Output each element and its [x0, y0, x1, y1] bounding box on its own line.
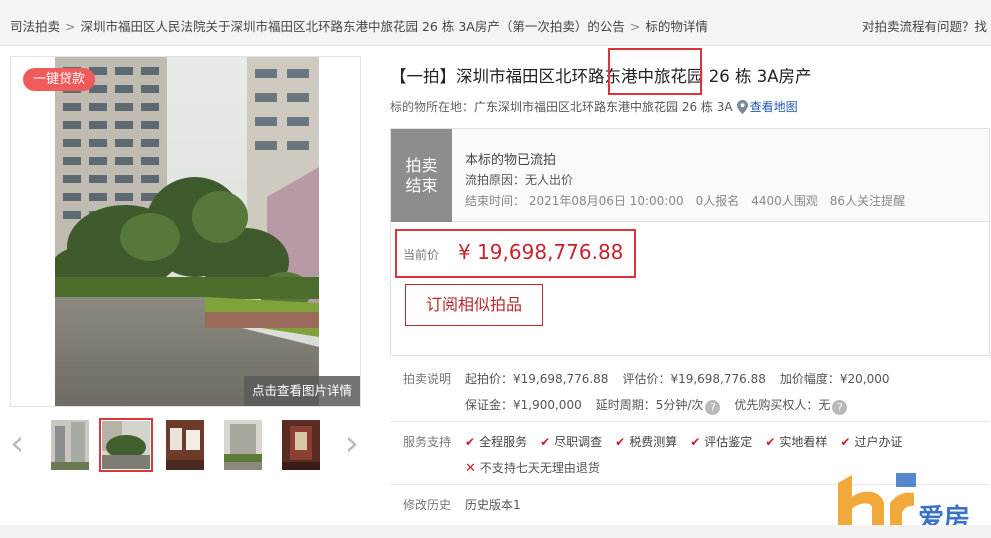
service-support-row: 服务支持 ✔ 全程服务 ✔ 尽职调查 ✔ 税费测算 ✔ 评估鉴定 ✔ 实地看样 ✔ 过户办证: [403, 433, 915, 450]
breadcrumb-bar: 司法拍卖 > 深圳市福田区人民法院关于深圳市福田区北环路东港中旅花园 26 栋 3A…: [0, 0, 991, 46]
check-icon: ✔: [615, 435, 626, 449]
thumbnail-strip: ‹ ›: [10, 418, 361, 474]
breadcrumb-separator: >: [629, 19, 641, 34]
thumbnail-5[interactable]: [282, 420, 320, 470]
service-item: ✔ 过户办证: [840, 435, 903, 449]
breadcrumb-item-current: 标的物详情: [645, 19, 708, 34]
chevron-left-icon[interactable]: ‹: [10, 426, 24, 462]
question-icon[interactable]: ?: [705, 400, 721, 415]
breadcrumb-separator: >: [65, 19, 76, 34]
view-photo-details-button[interactable]: 点击查看图片详情: [244, 376, 360, 406]
deposit: 保证金：¥1,900,000: [465, 398, 582, 412]
auction-details-row2: 保证金：¥1,900,000 延时周期：5分钟/次? 优先购买权人：无?: [403, 396, 848, 415]
ended-tag-line1: 拍卖: [405, 156, 438, 175]
check-icon: ✔: [765, 435, 776, 449]
check-icon: ✔: [690, 435, 701, 449]
auction-details-label: 拍卖说明: [403, 372, 452, 386]
cross-icon: ✕: [465, 461, 476, 476]
priority-buyer: 优先购买权人：无: [734, 398, 831, 412]
check-icon: ✔: [840, 435, 851, 449]
auction-ended-tag: 拍卖 结束: [391, 129, 452, 222]
check-icon: ✔: [465, 435, 476, 449]
history-version-link[interactable]: 历史版本1: [465, 498, 521, 512]
thumbnail-2-selected[interactable]: [99, 418, 153, 472]
thumbnail-1[interactable]: [51, 420, 89, 470]
map-pin-icon: [736, 100, 748, 117]
service-support-label: 服务支持: [403, 435, 452, 449]
status-stats: 结束时间： 2021年08月06日 10:00:00 0人报名 4400人围观 86人…: [465, 192, 917, 209]
divider: [390, 421, 990, 422]
main-image-viewer[interactable]: 一键贷款 点击查看图片详情: [10, 56, 361, 407]
ended-tag-line2: 结束: [405, 176, 438, 195]
breadcrumb-item-announcement[interactable]: 深圳市福田区人民法院关于深圳市福田区北环路东港中旅花园 26 栋 3A房产（第一…: [81, 19, 625, 34]
bid-increment: 加价幅度：¥20,000: [779, 372, 890, 386]
follower-count: 86人关注提醒: [829, 194, 906, 208]
start-price: 起拍价：¥19,698,776.88: [465, 372, 609, 386]
item-title: 【一拍】深圳市福田区北环路东港中旅花园 26 栋 3A房产: [390, 67, 812, 86]
chevron-right-icon[interactable]: ›: [345, 426, 359, 462]
auction-status-panel: 拍卖 结束 本标的物已流拍 流拍原因：无人出价 结束时间： 2021年08月06…: [390, 128, 990, 222]
end-time: 结束时间： 2021年08月06日 10:00:00: [465, 194, 684, 208]
no-return-row: ✕ 不支持七天无理由退货: [403, 459, 600, 476]
loan-badge[interactable]: 一键贷款: [23, 68, 96, 91]
service-item: ✔ 实地看样: [765, 435, 828, 449]
signup-count: 0人报名: [695, 194, 740, 208]
auction-details-row1: 拍卖说明 起拍价：¥19,698,776.88 评估价：¥19,698,776.88…: [403, 370, 904, 387]
view-map-link[interactable]: 查看地图: [750, 100, 798, 114]
current-price-label: 当前价: [403, 248, 440, 262]
service-item: ✔ 评估鉴定: [690, 435, 753, 449]
page-bottom-strip: [0, 525, 991, 538]
service-item: ✔ 尽职调查: [540, 435, 603, 449]
status-reason: 流拍原因：无人出价: [465, 173, 574, 187]
service-item: ✔ 税费测算: [615, 435, 678, 449]
location-address: 广东深圳市福田区北环路东港中旅花园 26 栋 3A: [474, 100, 733, 114]
thumbnail-4[interactable]: [224, 420, 262, 470]
highlight-box-title: [608, 48, 702, 95]
current-price-value: ¥ 19,698,776.88: [458, 240, 624, 264]
history-row: 修改历史 历史版本1: [403, 496, 521, 513]
history-label: 修改历史: [403, 498, 452, 512]
view-count: 4400人围观: [751, 194, 818, 208]
thumbnail-3[interactable]: [166, 420, 204, 470]
subscribe-similar-button[interactable]: 订阅相似拍品: [405, 284, 543, 326]
breadcrumb: 司法拍卖 > 深圳市福田区人民法院关于深圳市福田区北环路东港中旅花园 26 栋 3A…: [10, 16, 708, 35]
location-label: 标的物所在地：: [390, 100, 475, 114]
service-item: ✔ 全程服务: [465, 435, 528, 449]
status-headline: 本标的物已流拍: [465, 153, 557, 168]
no-return-text: 不支持七天无理由退货: [479, 461, 600, 475]
delay-period: 延时周期：5分钟/次: [595, 398, 704, 412]
check-icon: ✔: [540, 435, 551, 449]
property-photo: [55, 57, 319, 406]
question-icon[interactable]: ?: [832, 400, 848, 415]
appraisal-price: 评估价：¥19,698,776.88: [622, 372, 766, 386]
help-link[interactable]: 对拍卖流程有问题？找: [862, 16, 987, 35]
item-location: 标的物所在地：广东深圳市福田区北环路东港中旅花园 26 栋 3A 查看地图: [390, 98, 798, 117]
breadcrumb-item-home[interactable]: 司法拍卖: [10, 19, 60, 34]
